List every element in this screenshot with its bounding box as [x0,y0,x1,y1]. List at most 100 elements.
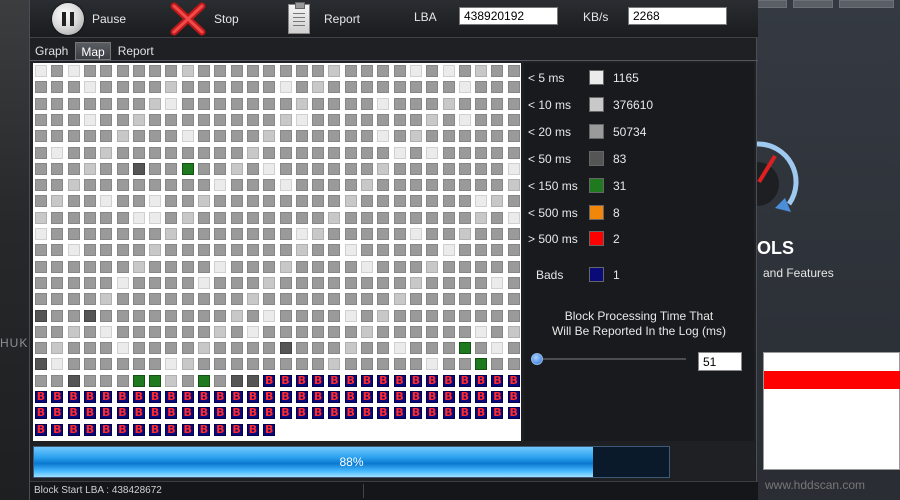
legend-swatch [589,231,604,246]
block-cell [213,341,228,356]
block-cell [164,129,179,144]
block-cell [50,178,65,193]
block-cell [294,227,309,241]
block-cell [197,194,211,209]
block-cell [392,194,407,209]
block-cell [311,243,326,258]
bad-block-cell: B [457,406,472,421]
pause-button[interactable]: Pause [52,0,126,38]
threshold-slider[interactable] [536,358,686,360]
bad-block-cell: B [34,406,48,421]
report-button[interactable]: Report [288,0,360,38]
block-cell [82,373,97,388]
block-cell [376,341,391,356]
bad-block-cell: B [34,422,48,437]
block-cell [343,112,358,127]
block-cell [148,210,163,225]
block-cell [213,145,228,160]
block-cell [131,210,146,225]
block-cell [311,275,326,290]
block-cell [34,324,48,339]
block-cell [360,145,374,160]
block-cell [50,373,65,388]
block-cell [457,178,472,193]
tab-map[interactable]: Map [75,42,111,60]
block-cell [506,324,521,339]
bad-block-cell: B [408,373,423,388]
block-cell [66,275,81,290]
bad-block-cell: B [490,373,505,388]
block-cell [425,178,440,193]
block-cell [425,129,440,144]
status-bar: Block Start LBA : 438428672 [30,481,758,500]
block-cell [343,324,358,339]
lba-field[interactable]: 438920192 [459,7,558,25]
block-cell [506,161,521,176]
bad-block-cell: B [360,373,374,388]
bad-block-cell: B [34,390,48,404]
block-cell [34,227,48,241]
stop-button[interactable]: Stop [170,0,239,38]
threshold-caption-line: Will Be Reported In the Log (ms) [551,324,727,338]
block-cell [262,145,277,160]
block-cell [311,259,326,274]
bad-block-cell: B [164,406,179,421]
block-cell [50,161,65,176]
block-cell [425,259,440,274]
block-cell [197,112,211,127]
block-cell [229,259,244,274]
bad-block-cell: B [376,390,391,404]
block-cell [506,308,521,323]
block-cell [474,275,489,290]
bad-block-cell: B [392,406,407,421]
tab-graph[interactable]: Graph [30,42,73,60]
block-cell [197,178,211,193]
bad-block-cell: B [343,390,358,404]
tab-report[interactable]: Report [113,42,159,60]
block-cell [245,324,260,339]
block-cell [392,161,407,176]
block-cell [164,357,179,372]
block-cell [262,194,277,209]
block-cell [262,243,277,258]
background-app-title: OLS [757,238,795,258]
block-cell [229,357,244,372]
bad-block-cell: B [131,406,146,421]
block-cell [441,96,456,111]
block-cell [294,161,309,176]
block-cell [99,178,114,193]
block-cell [262,324,277,339]
bad-block-cell: B [425,390,440,404]
block-cell [311,324,326,339]
slider-thumb[interactable] [531,353,543,365]
block-cell [66,64,81,78]
block-cell [262,275,277,290]
bad-block-cell: B [148,406,163,421]
block-cell [197,292,211,307]
block-cell [66,341,81,356]
bad-block-cell: B [148,422,163,437]
block-cell [131,324,146,339]
block-cell [311,129,326,144]
block-cell [360,357,374,372]
block-cell [180,129,195,144]
threshold-input[interactable]: 51 [698,352,742,371]
block-cell [131,357,146,372]
legend-swatch [589,151,604,166]
block-cell [278,112,293,127]
block-cell [245,341,260,356]
block-cell [180,161,195,176]
block-cell [131,259,146,274]
block-cell [392,259,407,274]
kbs-field[interactable]: 2268 [628,7,727,25]
block-cell [408,129,423,144]
block-cell [229,275,244,290]
block-cell [474,80,489,95]
block-cell [457,145,472,160]
block-cell [506,178,521,193]
block-cell [311,308,326,323]
block-cell [197,324,211,339]
block-cell [180,210,195,225]
bad-block-cell: B [506,373,521,388]
toolbar: Pause Stop Report LBA 438920192 KB/s 226… [30,0,758,38]
